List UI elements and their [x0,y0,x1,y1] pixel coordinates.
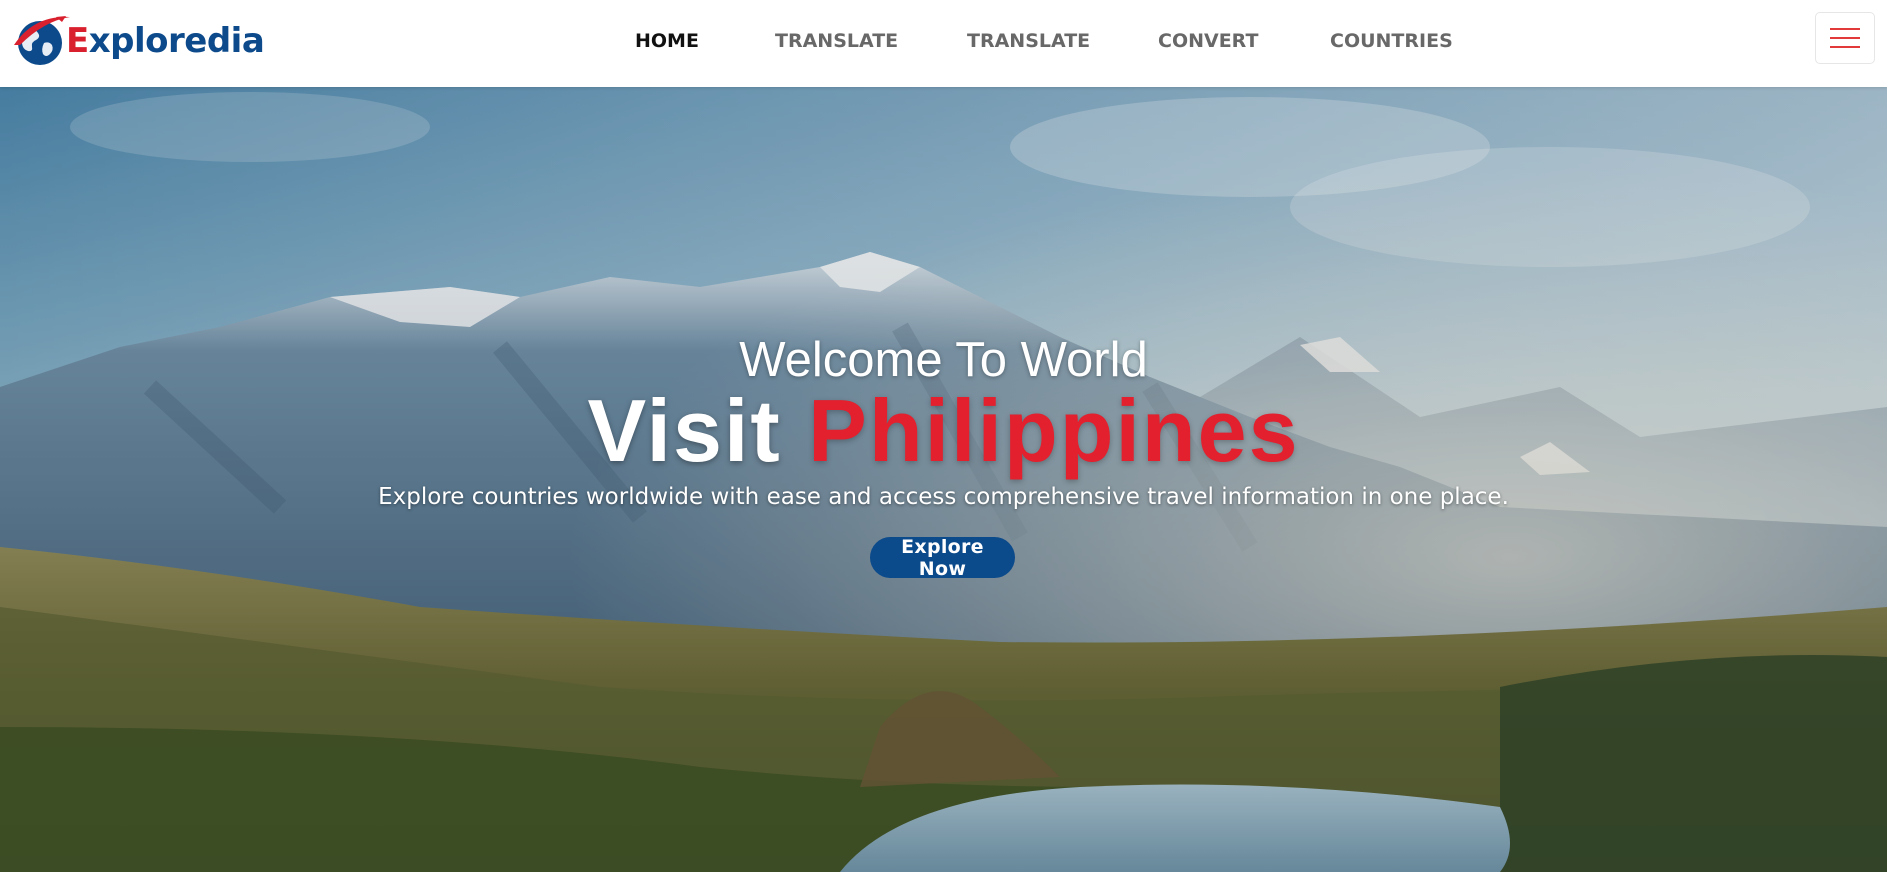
hero-title-country: Philippines [808,381,1300,480]
nav-convert[interactable]: CONVERT [1158,30,1258,52]
hero-section: Welcome To World Visit Philippines Explo… [0,87,1887,872]
nav-home[interactable]: HOME [635,30,699,52]
nav-translate-2[interactable]: TRANSLATE [967,30,1090,52]
navbar: Exploredia HOME TRANSLATE TRANSLATE CONV… [0,0,1887,87]
hero-title: Visit Philippines [0,387,1887,475]
hero-subtitle: Explore countries worldwide with ease an… [378,484,1509,510]
main-nav: HOME TRANSLATE TRANSLATE CONVERT COUNTRI… [0,0,1887,87]
menu-bar [1830,46,1860,48]
hero-content: Welcome To World Visit Philippines Explo… [0,87,1887,872]
hero-welcome-text: Welcome To World [739,333,1148,387]
explore-now-button[interactable]: Explore Now [870,536,1015,580]
menu-bar [1830,28,1860,30]
hero-title-prefix: Visit [587,381,782,480]
nav-translate[interactable]: TRANSLATE [775,30,898,52]
hamburger-menu-icon[interactable] [1815,12,1875,64]
menu-bar [1830,37,1860,39]
nav-countries[interactable]: COUNTRIES [1330,30,1453,52]
